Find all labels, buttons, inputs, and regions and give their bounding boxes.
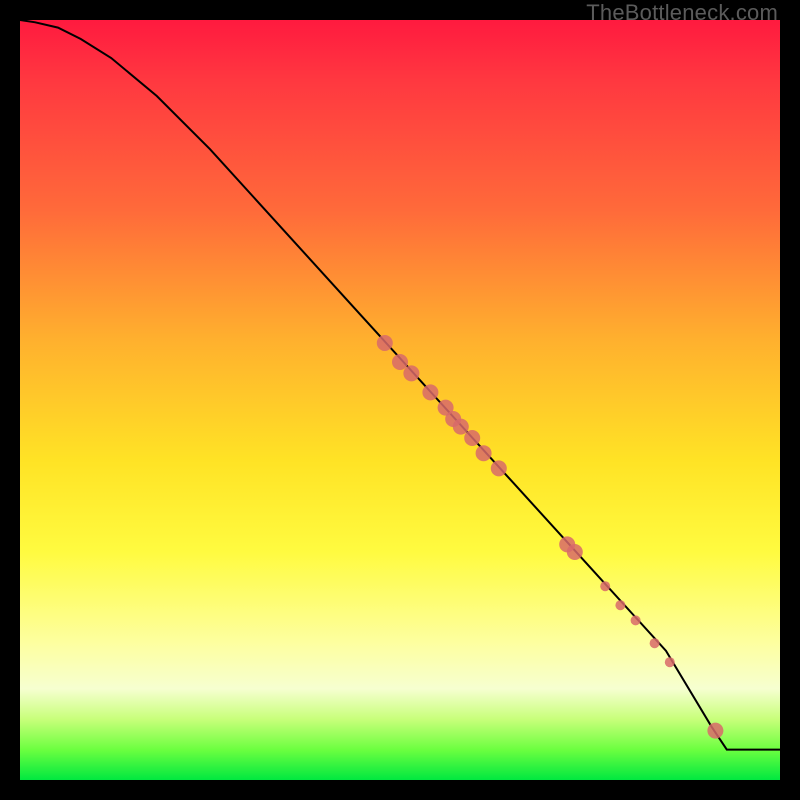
chart-frame: TheBottleneck.com: [0, 0, 800, 800]
data-point: [476, 445, 492, 461]
bottleneck-curve: [20, 20, 780, 750]
data-point: [665, 657, 675, 667]
data-point: [453, 419, 469, 435]
data-points-small: [600, 581, 675, 667]
data-point: [567, 544, 583, 560]
data-point: [392, 354, 408, 370]
data-points-large: [377, 335, 724, 739]
data-point: [631, 615, 641, 625]
data-point: [650, 638, 660, 648]
data-point: [377, 335, 393, 351]
data-point: [707, 723, 723, 739]
data-point: [403, 365, 419, 381]
data-point: [491, 460, 507, 476]
data-point: [422, 384, 438, 400]
plot-area: [20, 20, 780, 780]
data-point: [600, 581, 610, 591]
chart-svg: [20, 20, 780, 780]
data-point: [615, 600, 625, 610]
data-point: [464, 430, 480, 446]
